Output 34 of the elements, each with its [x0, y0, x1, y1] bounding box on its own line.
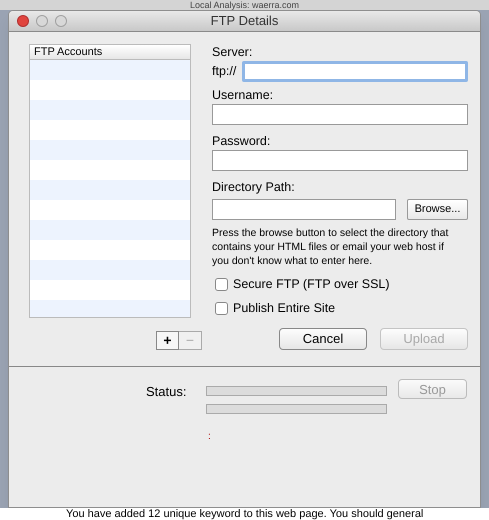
list-row-stripe[interactable] — [30, 60, 190, 80]
add-button[interactable]: + — [156, 331, 179, 350]
close-button[interactable] — [17, 15, 29, 27]
zoom-button[interactable] — [55, 15, 67, 27]
list-row-stripe[interactable] — [30, 140, 190, 160]
dialog-button[interactable]: Cancel — [279, 328, 367, 350]
password-field[interactable] — [212, 150, 468, 171]
status-message: : — [208, 431, 212, 443]
checkbox-label[interactable]: Secure FTP (FTP over SSL) — [233, 275, 390, 294]
server-field[interactable] — [242, 61, 468, 82]
username-field[interactable] — [212, 104, 468, 125]
list-row-stripe[interactable] — [30, 180, 190, 200]
window-title: FTP Details — [210, 12, 278, 30]
list-row-stripe[interactable] — [30, 300, 190, 317]
server-label: Server: — [212, 44, 254, 60]
protocol-prefix: ftp:// — [212, 63, 236, 80]
column-header[interactable]: FTP Accounts — [30, 45, 190, 60]
checkbox[interactable] — [215, 302, 228, 315]
background-message: You have added 12 unique keyword to this web page. You should general — [66, 508, 424, 520]
browse-button[interactable]: Browse... — [407, 199, 468, 220]
minimize-button[interactable] — [36, 15, 48, 27]
help-text: Press the browse button to select the directory that contains your HTML files or email your web host if you don't know what to enter here. — [212, 226, 450, 268]
directory-path-field[interactable] — [212, 199, 396, 220]
status-label: Status: — [146, 383, 188, 401]
background-window-title: Local Analysis: waerra.com — [190, 0, 300, 10]
checkbox[interactable] — [215, 278, 228, 291]
list-row-stripe[interactable] — [30, 100, 190, 120]
checkbox-label[interactable]: Publish Entire Site — [233, 298, 336, 318]
list-row-stripe[interactable] — [30, 220, 190, 240]
accounts-list[interactable]: FTP Accounts — [29, 44, 191, 318]
directory-path-label: Directory Path: — [212, 179, 296, 195]
list-row-stripe[interactable] — [30, 260, 190, 280]
password-label: Password: — [212, 133, 272, 149]
username-label: Username: — [212, 87, 274, 103]
